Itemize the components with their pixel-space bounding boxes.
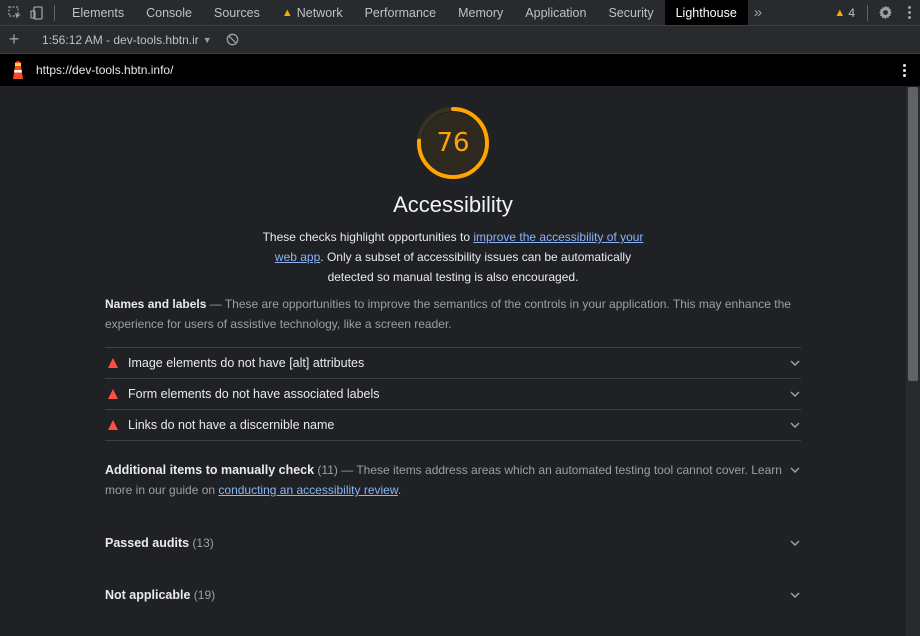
tab-memory[interactable]: Memory <box>447 0 514 25</box>
fail-triangle-icon <box>108 358 118 368</box>
accessibility-score-gauge[interactable]: 76 <box>414 104 492 182</box>
passed-audits-header: Passed audits (13) <box>105 533 789 553</box>
chevron-down-icon <box>789 589 801 601</box>
chevron-down-icon <box>789 464 801 476</box>
clump-description-end: . <box>397 483 402 497</box>
tab-label: Application <box>525 5 587 20</box>
audit-title: Image elements do not have [alt] attribu… <box>128 356 365 370</box>
names-labels-group-header: Names and labels — These are opportuniti… <box>105 294 800 334</box>
manual-checks-clump[interactable]: Additional items to manually check (11) … <box>105 460 801 500</box>
score-value: 76 <box>436 128 470 158</box>
manual-checks-header: Additional items to manually check (11) … <box>105 460 789 500</box>
audit-link-name[interactable]: Links do not have a discernible name <box>105 409 801 441</box>
chevron-down-icon: ▼ <box>202 34 212 45</box>
tab-security[interactable]: Security <box>597 0 664 25</box>
tab-label: Elements <box>72 5 125 20</box>
tab-label: Network <box>296 5 343 20</box>
tab-network[interactable]: ▲ Network <box>271 0 354 25</box>
clump-title: Additional items to manually check <box>105 463 315 477</box>
new-report-button[interactable]: + <box>0 29 28 50</box>
failed-audits-list: Image elements do not have [alt] attribu… <box>105 347 801 441</box>
tab-elements[interactable]: Elements <box>61 0 135 25</box>
clump-count: (13) <box>192 536 214 550</box>
group-separator: — <box>206 297 225 311</box>
report-selector-value: 1:56:12 AM - dev-tools.hbtn.ir <box>42 32 199 47</box>
group-title: Names and labels <box>105 297 207 311</box>
tab-lighthouse[interactable]: Lighthouse <box>664 0 748 25</box>
description-text-end: . Only a subset of accessibility issues … <box>320 250 632 284</box>
device-toolbar-icon[interactable] <box>26 0 48 25</box>
tab-label: Sources <box>213 5 260 20</box>
clear-reports-icon[interactable] <box>226 33 240 47</box>
description-text: These checks highlight opportunities to <box>262 230 474 244</box>
toolbar-divider <box>867 4 868 21</box>
audit-title: Form elements do not have associated lab… <box>128 387 380 401</box>
audit-form-labels[interactable]: Form elements do not have associated lab… <box>105 378 801 409</box>
tab-bar-right: ▲ 4 <box>826 0 920 25</box>
not-applicable-clump[interactable]: Not applicable (19) <box>105 585 801 605</box>
lighthouse-report: 76 Accessibility These checks highlight … <box>0 87 906 636</box>
category-title: Accessibility <box>393 192 513 217</box>
lighthouse-logo-icon <box>0 60 36 80</box>
clump-count: (19) <box>193 588 216 602</box>
tab-application[interactable]: Application <box>514 0 597 25</box>
tab-label: Security <box>608 5 654 20</box>
fail-triangle-icon <box>108 389 118 399</box>
lighthouse-toolbar: + 1:56:12 AM - dev-tools.hbtn.ir ▼ <box>0 26 920 54</box>
warnings-counter[interactable]: ▲ 4 <box>826 6 863 20</box>
chevron-down-icon <box>789 357 801 369</box>
devtools-tab-bar: Elements Console Sources ▲ Network Perfor… <box>0 0 920 26</box>
more-tabs-icon[interactable]: » <box>748 0 768 25</box>
report-selector[interactable]: 1:56:12 AM - dev-tools.hbtn.ir ▼ <box>28 33 212 47</box>
report-url[interactable]: https://dev-tools.hbtn.info/ <box>36 63 173 77</box>
scrollbar-thumb[interactable] <box>908 87 918 381</box>
chevron-down-icon <box>789 419 801 431</box>
chevron-down-icon <box>789 388 801 400</box>
audit-title: Links do not have a discernible name <box>128 418 335 432</box>
report-url-bar: https://dev-tools.hbtn.info/ <box>0 54 920 86</box>
tab-performance[interactable]: Performance <box>354 0 448 25</box>
passed-audits-clump[interactable]: Passed audits (13) <box>105 533 801 553</box>
report-menu-icon[interactable] <box>903 63 906 77</box>
tab-console[interactable]: Console <box>135 0 203 25</box>
clump-title: Not applicable <box>105 588 191 602</box>
warning-icon: ▲ <box>834 6 846 19</box>
accessibility-review-link[interactable]: conducting an accessibility review <box>218 483 397 497</box>
toolbar-divider <box>54 4 55 21</box>
report-scrollbar[interactable] <box>906 87 920 636</box>
tab-label: Console <box>146 5 192 20</box>
more-options-icon[interactable] <box>898 0 920 25</box>
tab-sources[interactable]: Sources <box>203 0 271 25</box>
tab-label: Memory <box>458 5 504 20</box>
clump-title: Passed audits <box>105 536 190 550</box>
category-description: These checks highlight opportunities to … <box>253 227 653 287</box>
warning-count: 4 <box>848 5 855 20</box>
audit-image-alt[interactable]: Image elements do not have [alt] attribu… <box>105 347 801 378</box>
clump-separator: — <box>337 463 357 477</box>
not-applicable-header: Not applicable (19) <box>105 585 789 605</box>
chevron-down-icon <box>789 537 801 549</box>
inspect-element-icon[interactable] <box>4 0 26 25</box>
tab-label: Performance <box>364 5 437 20</box>
fail-triangle-icon <box>108 420 118 430</box>
warning-icon: ▲ <box>281 6 293 19</box>
settings-gear-icon[interactable] <box>872 0 898 25</box>
clump-count: (11) <box>317 463 338 477</box>
tab-label: Lighthouse <box>675 5 737 20</box>
